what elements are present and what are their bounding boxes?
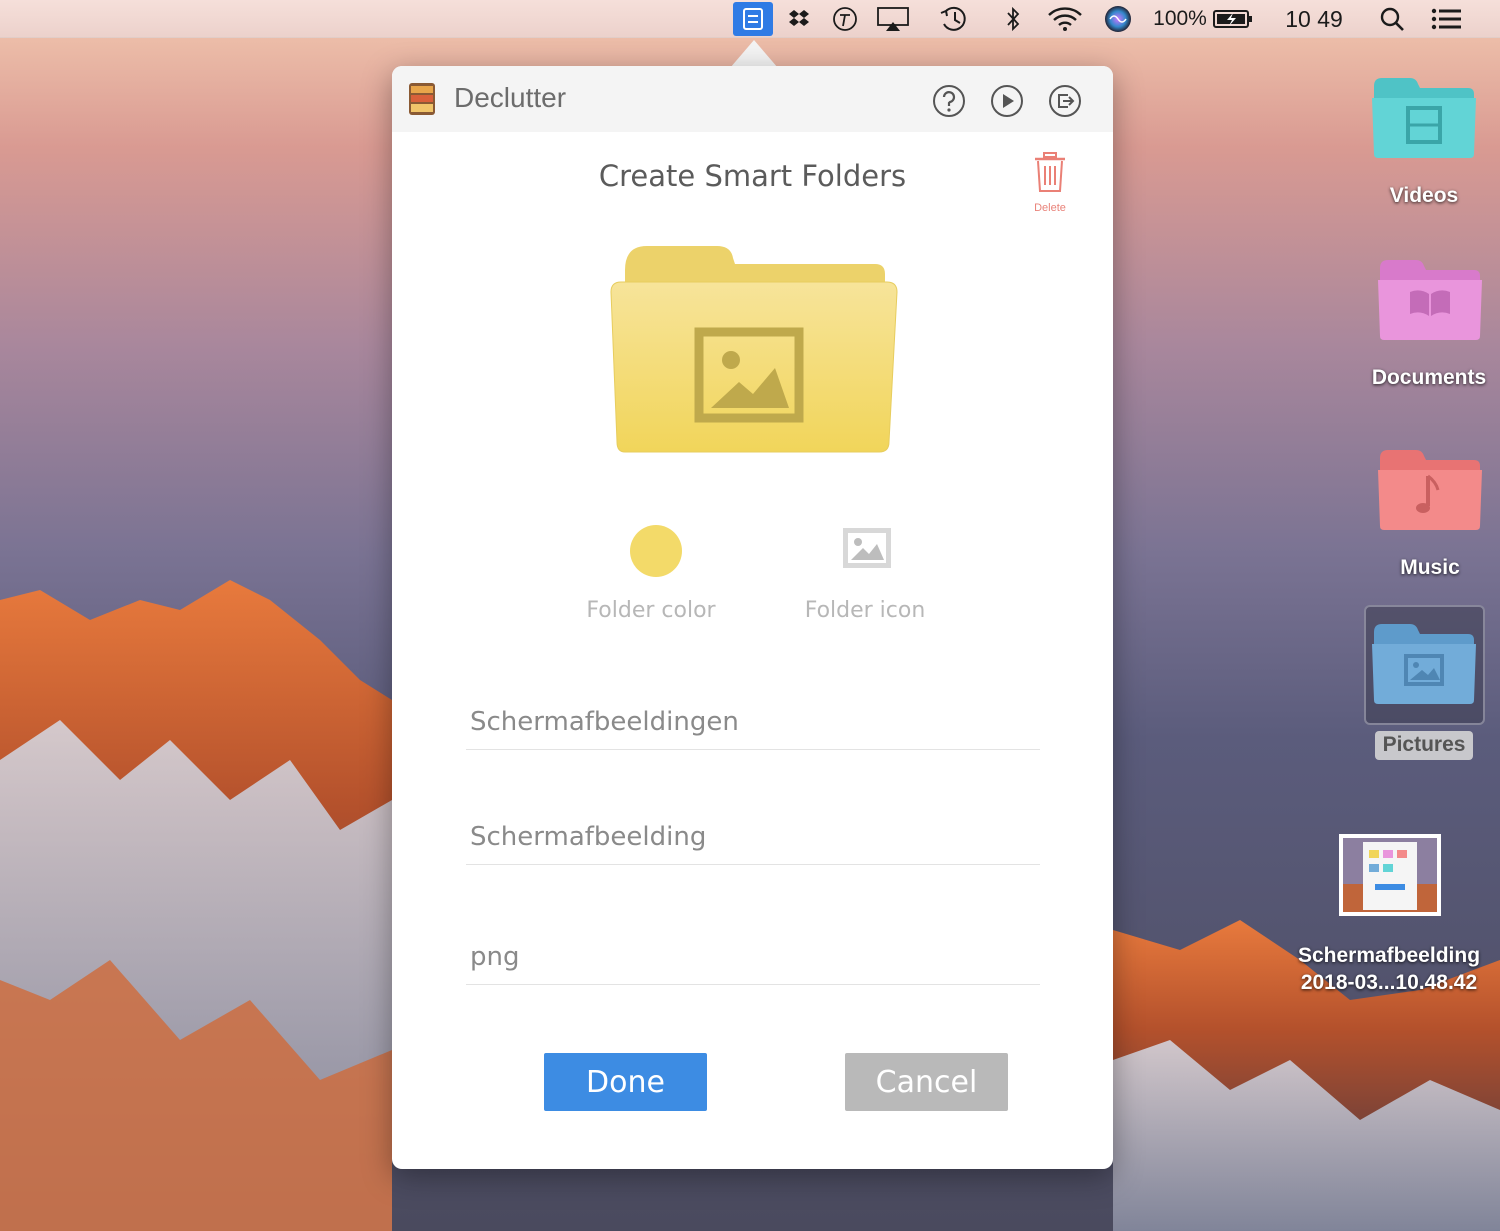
spotlight-icon[interactable] [1376, 0, 1408, 38]
desktop-folder-pictures[interactable] [1370, 620, 1478, 706]
desktop-label-music: Music [1400, 556, 1460, 579]
help-icon[interactable] [932, 84, 966, 118]
done-button[interactable]: Done [544, 1053, 707, 1111]
desktop-folder-documents[interactable] [1376, 256, 1484, 342]
desktop-label-screenshot-line1: Schermafbeelding [1297, 944, 1481, 967]
declutter-menu-icon[interactable] [733, 2, 773, 36]
image-icon [1372, 624, 1476, 704]
bluetooth-icon[interactable] [1000, 0, 1026, 38]
folder-color-label: Folder color [586, 598, 716, 623]
airplay-icon[interactable] [873, 0, 913, 38]
popover-header: Declutter [392, 66, 1113, 132]
popover-arrow [730, 40, 778, 68]
book-icon [1378, 260, 1482, 340]
music-note-icon [1378, 450, 1482, 530]
trash-icon [1035, 152, 1065, 192]
app-name: Declutter [454, 82, 567, 113]
folder-color-swatch[interactable] [630, 525, 682, 577]
folder-name-field[interactable] [466, 694, 1040, 750]
wifi-icon[interactable] [1044, 0, 1086, 38]
film-icon [1372, 78, 1476, 158]
desktop-folder-videos[interactable] [1370, 74, 1478, 160]
folder-preview-icon [610, 246, 898, 453]
folder-icon-picker-icon[interactable] [841, 526, 893, 570]
menu-bar: 100% 10 49 [0, 0, 1500, 38]
play-icon[interactable] [990, 84, 1024, 118]
dropbox-icon[interactable] [784, 0, 814, 38]
desktop-label-screenshot-line2: 2018-03...10.48.42 [1300, 971, 1478, 994]
typeeto-icon[interactable] [829, 0, 861, 38]
notification-center-icon[interactable] [1428, 0, 1466, 38]
clock[interactable]: 10 49 [1276, 0, 1352, 38]
desktop-label-videos: Videos [1389, 184, 1459, 207]
time-machine-icon[interactable] [935, 0, 973, 38]
folder-icon-label: Folder icon [804, 598, 926, 623]
declutter-app-icon [409, 83, 435, 115]
battery-icon[interactable] [1211, 0, 1255, 38]
page-title: Create Smart Folders [598, 159, 907, 193]
battery-percent: 100% [1153, 7, 1207, 30]
screenshot-thumbnail-icon [1339, 834, 1441, 916]
siri-icon[interactable] [1101, 0, 1135, 38]
delete-label: Delete [1034, 202, 1066, 214]
extension-field[interactable] [466, 929, 1040, 985]
desktop-label-documents: Documents [1371, 366, 1487, 389]
desktop-screenshot-file[interactable] [1339, 834, 1441, 916]
cancel-button[interactable]: Cancel [845, 1053, 1008, 1111]
delete-button[interactable]: Delete [1022, 150, 1078, 220]
keyword-field[interactable] [466, 809, 1040, 865]
declutter-popover: Declutter Create Smart Folders Delete Fo… [392, 66, 1113, 1169]
desktop-folder-music[interactable] [1376, 446, 1484, 532]
desktop-label-pictures: Pictures [1382, 733, 1466, 756]
logout-icon[interactable] [1048, 84, 1082, 118]
